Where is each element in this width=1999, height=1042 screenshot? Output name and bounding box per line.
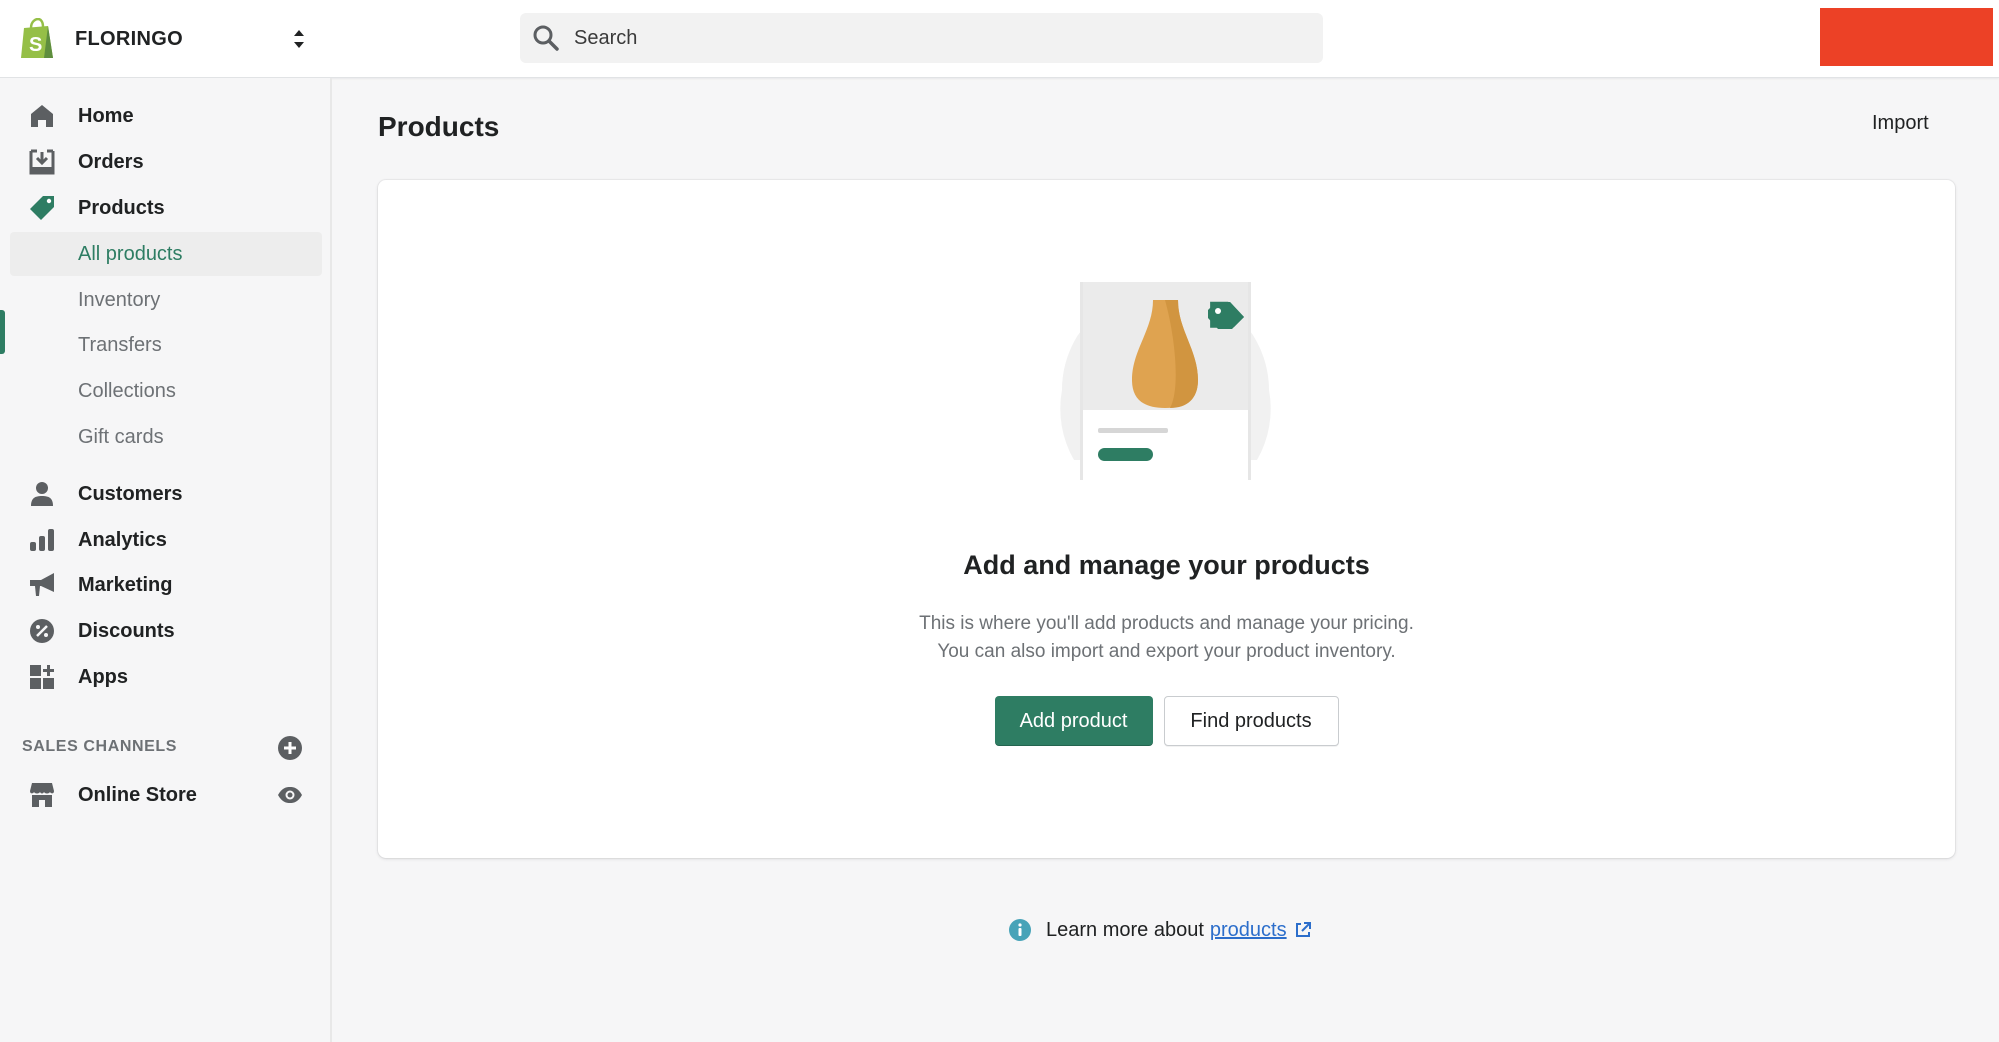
sidebar-item-apps[interactable]: Apps	[0, 655, 332, 699]
empty-state-line-2: You can also import and export your prod…	[937, 641, 1396, 662]
add-product-button[interactable]: Add product	[994, 696, 1153, 746]
sidebar-item-label: Discounts	[78, 619, 175, 642]
sidebar-item-discounts[interactable]: Discounts	[0, 609, 332, 653]
empty-state-actions: Add product Find products	[378, 696, 1955, 746]
sidebar-item-orders[interactable]: Orders	[0, 140, 332, 184]
sidebar-item-home[interactable]: Home	[0, 94, 332, 138]
sidebar-item-label: Online Store	[78, 783, 197, 806]
sidebar-item-label: Inventory	[78, 288, 161, 311]
sidebar-item-label: Customers	[78, 482, 183, 505]
footer-help: Learn more about products	[1008, 916, 1311, 944]
info-icon	[1009, 919, 1031, 941]
megaphone-icon	[28, 571, 56, 599]
store-switcher[interactable]: S FLORINGO	[18, 14, 318, 64]
search-icon	[533, 25, 559, 51]
apps-icon	[28, 663, 56, 691]
home-icon	[28, 102, 56, 130]
sidebar-item-collections[interactable]: Collections	[0, 369, 332, 413]
sidebar-item-label: Apps	[78, 665, 128, 688]
shopify-logo-icon: S	[21, 18, 53, 58]
sidebar-item-label: Gift cards	[78, 425, 164, 448]
sidebar-item-label: Home	[78, 104, 134, 127]
search-input[interactable]	[574, 26, 1294, 50]
top-bar: S FLORINGO	[0, 0, 1999, 78]
sidebar-item-label: All products	[78, 242, 183, 265]
sidebar-item-customers[interactable]: Customers	[0, 472, 332, 516]
find-products-button[interactable]: Find products	[1163, 696, 1339, 746]
store-icon	[28, 781, 56, 809]
sidebar-item-marketing[interactable]: Marketing	[0, 563, 332, 607]
eye-icon	[278, 787, 302, 803]
sales-channels-heading: SALES CHANNELS	[22, 738, 178, 755]
external-link-icon[interactable]	[1295, 922, 1311, 938]
empty-state-line-1: This is where you'll add products and ma…	[919, 613, 1414, 634]
orders-icon	[28, 148, 56, 176]
sidebar-item-label: Transfers	[78, 333, 162, 356]
sidebar-item-transfers[interactable]: Transfers	[0, 323, 332, 367]
sidebar-item-online-store[interactable]: Online Store	[0, 773, 332, 817]
products-help-link[interactable]: products	[1210, 919, 1287, 942]
sidebar-item-all-products[interactable]: All products	[10, 232, 322, 276]
empty-state-heading: Add and manage your products	[963, 550, 1370, 580]
analytics-icon	[28, 526, 56, 554]
empty-state-card: Add and manage your products This is whe…	[378, 180, 1955, 858]
product-illustration	[1058, 280, 1273, 480]
selector-chevron-icon	[294, 30, 304, 48]
tag-icon	[28, 194, 56, 222]
search-bar[interactable]	[520, 13, 1323, 63]
sidebar-item-label: Orders	[78, 150, 144, 173]
redacted-account-area	[1820, 8, 1993, 66]
store-name: FLORINGO	[75, 27, 183, 50]
sidebar: Home Orders Products All products Invent…	[0, 78, 332, 1042]
sidebar-item-gift-cards[interactable]: Gift cards	[0, 415, 332, 459]
footer-help-text: Learn more about	[1046, 918, 1204, 941]
sidebar-item-products[interactable]: Products	[0, 186, 332, 230]
empty-state-description: This is where you'll add products and ma…	[378, 610, 1955, 666]
import-button[interactable]: Import	[1872, 112, 1929, 135]
add-sales-channel-icon[interactable]	[277, 735, 303, 761]
svg-text:S: S	[29, 34, 42, 56]
sidebar-item-label: Collections	[78, 379, 176, 402]
sidebar-item-label: Products	[78, 196, 165, 219]
customer-icon	[28, 480, 56, 508]
page-title: Products	[378, 111, 500, 142]
sidebar-item-label: Analytics	[78, 528, 167, 551]
sidebar-item-label: Marketing	[78, 573, 173, 596]
discount-icon	[28, 617, 56, 645]
view-online-store-button[interactable]	[277, 773, 303, 817]
sidebar-item-analytics[interactable]: Analytics	[0, 518, 332, 562]
sidebar-item-inventory[interactable]: Inventory	[0, 278, 332, 322]
